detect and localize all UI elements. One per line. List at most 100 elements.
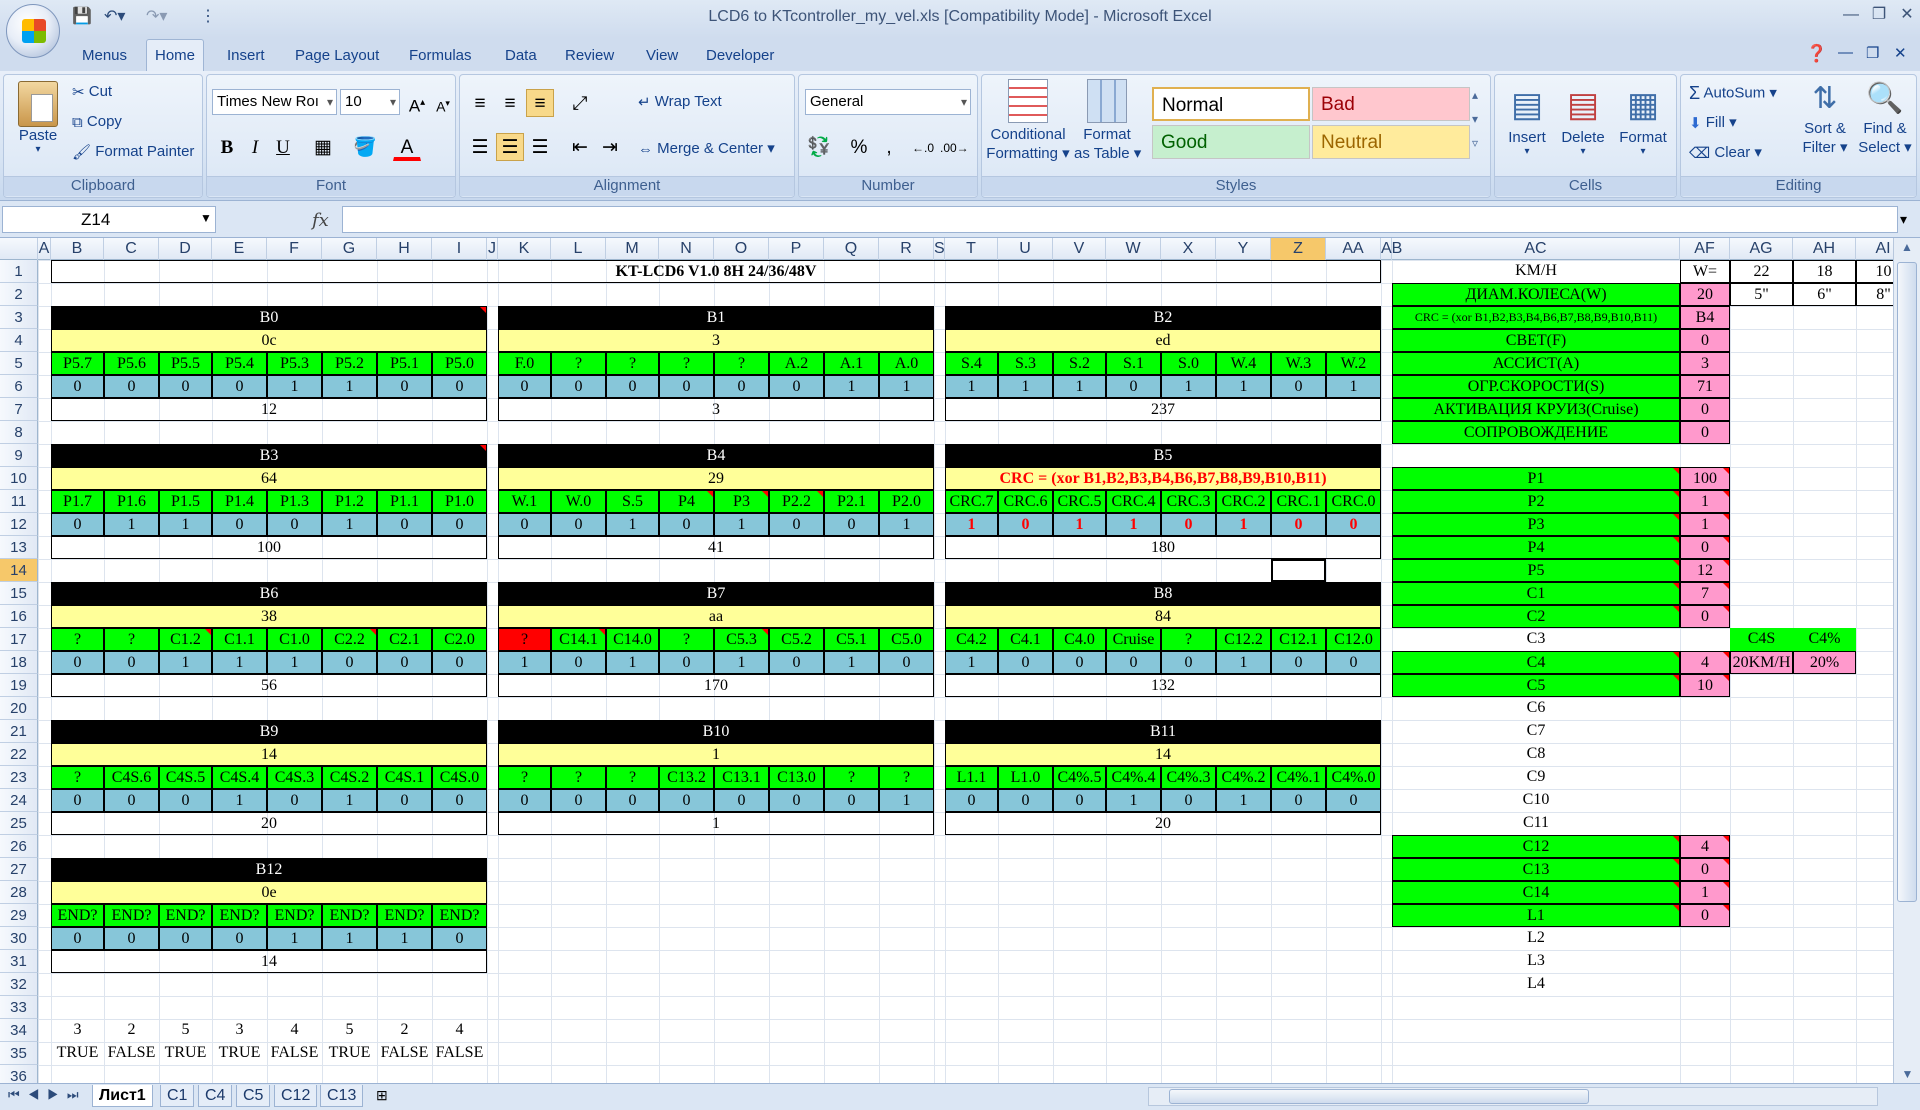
bit-label[interactable]: ? — [51, 766, 104, 789]
bit-value[interactable]: 0 — [1106, 651, 1161, 674]
font-color-icon[interactable]: A — [393, 133, 421, 161]
bit-label[interactable]: P1.4 — [212, 490, 267, 513]
bit-label[interactable]: C4%.1 — [1271, 766, 1326, 789]
bit-label[interactable]: CRC.2 — [1216, 490, 1271, 513]
bit-label[interactable]: END? — [51, 904, 104, 927]
bit-label[interactable]: END? — [212, 904, 267, 927]
merge-center-button[interactable]: ⇔ Merge & Center ▾ — [638, 139, 775, 158]
bit-label[interactable]: CRC.5 — [1053, 490, 1106, 513]
column-header-z[interactable]: Z — [1271, 238, 1326, 260]
bit-label[interactable]: END? — [159, 904, 212, 927]
bit-label[interactable]: P5.7 — [51, 352, 104, 375]
block-decimal[interactable]: 12 — [51, 398, 487, 421]
row35-value[interactable]: FALSE — [432, 1042, 487, 1065]
bit-value[interactable]: 0 — [659, 513, 714, 536]
bit-value[interactable]: 1 — [998, 375, 1053, 398]
style-neutral[interactable]: Neutral — [1312, 125, 1470, 159]
block-header[interactable]: B3 — [51, 444, 487, 467]
percent-button[interactable]: % — [845, 133, 873, 161]
bit-value[interactable]: 1 — [498, 651, 551, 674]
scroll-down-icon[interactable]: ▼ — [1894, 1067, 1920, 1081]
bit-value[interactable]: 0 — [104, 789, 159, 812]
row-header[interactable]: 33 — [0, 996, 38, 1019]
bit-value[interactable]: 1 — [714, 651, 769, 674]
bit-value[interactable]: 0 — [432, 513, 487, 536]
bit-value[interactable]: 0 — [1161, 651, 1216, 674]
wrap-text-button[interactable]: ↵ Wrap Text — [638, 93, 722, 111]
bit-value[interactable]: 0 — [998, 513, 1053, 536]
orientation-icon[interactable]: ⤢ — [566, 89, 594, 117]
param-label[interactable]: C13 — [1392, 858, 1680, 881]
bit-value[interactable]: 0 — [551, 513, 606, 536]
column-header-h[interactable]: H — [377, 238, 432, 260]
bit-label[interactable]: S.0 — [1161, 352, 1216, 375]
column-header-j[interactable]: J — [487, 238, 498, 260]
bit-value[interactable]: 0 — [377, 513, 432, 536]
bit-value[interactable]: 1 — [322, 789, 377, 812]
bit-value[interactable]: 0 — [714, 375, 769, 398]
bit-label[interactable]: ? — [606, 766, 659, 789]
column-header-m[interactable]: M — [606, 238, 659, 260]
param-label[interactable]: ОГР.СКОРОСТИ(S) — [1392, 375, 1680, 398]
grow-font-button[interactable]: A▴ — [403, 88, 431, 116]
block-header[interactable]: B1 — [498, 306, 934, 329]
bit-value[interactable]: 0 — [51, 789, 104, 812]
bit-value[interactable]: 1 — [322, 927, 377, 950]
kmh-label[interactable]: KM/H — [1392, 260, 1680, 283]
bit-label[interactable]: C4S.3 — [267, 766, 322, 789]
sheet-tab-c12[interactable]: C12 — [274, 1085, 318, 1107]
param-label[interactable]: C4 — [1392, 651, 1680, 674]
column-header-aa[interactable]: AA — [1326, 238, 1381, 260]
align-bottom-icon[interactable]: ≡ — [526, 89, 554, 117]
paste-button[interactable]: Paste ▾ — [12, 81, 64, 155]
param-value[interactable]: 4 — [1680, 651, 1730, 674]
bit-label[interactable]: END? — [267, 904, 322, 927]
bit-label[interactable]: CRC.4 — [1106, 490, 1161, 513]
row-header[interactable]: 31 — [0, 950, 38, 973]
param-value[interactable]: 3 — [1680, 352, 1730, 375]
bit-label[interactable]: C14.0 — [606, 628, 659, 651]
bit-label[interactable]: P5.5 — [159, 352, 212, 375]
bit-label[interactable]: L1.0 — [998, 766, 1053, 789]
block-hex[interactable]: 3 — [498, 329, 934, 352]
param-label[interactable]: P1 — [1392, 467, 1680, 490]
bit-value[interactable]: 0 — [659, 651, 714, 674]
bit-value[interactable]: 0 — [1053, 789, 1106, 812]
param-value[interactable]: B4 — [1680, 306, 1730, 329]
bit-value[interactable]: 0 — [498, 789, 551, 812]
bit-value[interactable]: 1 — [879, 513, 934, 536]
param-value[interactable]: 0 — [1680, 329, 1730, 352]
select-all-corner[interactable] — [0, 238, 38, 260]
column-header-u[interactable]: U — [998, 238, 1053, 260]
minimize-icon[interactable]: — — [1838, 4, 1864, 26]
column-header-l[interactable]: L — [551, 238, 606, 260]
param-label[interactable]: C6 — [1392, 697, 1680, 720]
row-header[interactable]: 20 — [0, 697, 38, 720]
bit-label[interactable]: P1.6 — [104, 490, 159, 513]
row-header[interactable]: 35 — [0, 1042, 38, 1065]
bit-value[interactable]: 0 — [1053, 651, 1106, 674]
param-label[interactable]: АКТИВАЦИЯ КРУИЗ(Cruise) — [1392, 398, 1680, 421]
scroll-thumb[interactable] — [1897, 262, 1917, 902]
row-header[interactable]: 13 — [0, 536, 38, 559]
font-size-select[interactable]: 10 — [340, 89, 400, 115]
bit-value[interactable]: 0 — [104, 651, 159, 674]
bit-label[interactable]: P1.5 — [159, 490, 212, 513]
bit-label[interactable]: S.2 — [1053, 352, 1106, 375]
bit-value[interactable]: 0 — [769, 789, 824, 812]
row34-value[interactable]: 2 — [377, 1019, 432, 1042]
bit-value[interactable]: 0 — [1271, 513, 1326, 536]
bit-value[interactable]: 0 — [714, 789, 769, 812]
block-header[interactable]: B8 — [945, 582, 1381, 605]
param-label[interactable]: P5 — [1392, 559, 1680, 582]
block-header[interactable]: B9 — [51, 720, 487, 743]
column-header-b[interactable]: B — [51, 238, 104, 260]
align-left-icon[interactable]: ☰ — [466, 133, 494, 161]
column-header-s[interactable]: S — [934, 238, 945, 260]
wheel-size[interactable]: 6" — [1793, 283, 1856, 306]
clear-button[interactable]: ⌫ Clear ▾ — [1689, 143, 1762, 162]
tab-review[interactable]: Review — [565, 47, 614, 64]
param-label[interactable]: L2 — [1392, 927, 1680, 950]
bit-label[interactable]: W.3 — [1271, 352, 1326, 375]
block-decimal[interactable]: 1 — [498, 812, 934, 835]
